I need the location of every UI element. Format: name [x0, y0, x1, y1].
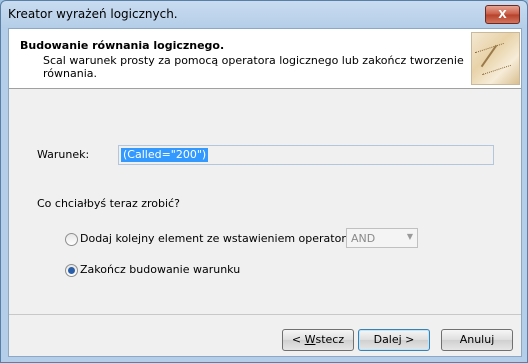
- wizard-banner-image: [471, 32, 520, 85]
- operator-select-value: AND: [351, 232, 376, 245]
- cancel-button-label: Anuluj: [459, 333, 495, 346]
- condition-field[interactable]: (Called="200"): [118, 145, 494, 165]
- radio-finish-condition-label[interactable]: Zakończ budowanie warunku: [80, 263, 240, 276]
- back-button-label: stecz: [315, 333, 345, 346]
- back-button[interactable]: < Wstecz: [282, 329, 354, 351]
- condition-value: (Called="200"): [121, 148, 209, 162]
- operator-select[interactable]: AND ▼: [346, 228, 418, 248]
- next-button-label: Dalej >: [373, 333, 415, 346]
- back-button-prefix: <: [291, 333, 305, 346]
- question-label: Co chciałbyś teraz zrobić?: [37, 197, 180, 210]
- window-title: Kreator wyrażeń logicznych.: [8, 7, 178, 21]
- close-button[interactable]: X: [485, 5, 520, 24]
- header-subtitle: Scal warunek prosty za pomocą operatora …: [43, 54, 464, 80]
- wizard-window: Kreator wyrażeń logicznych. X Budowanie …: [0, 0, 528, 363]
- dialog-client-area: Budowanie równania logicznego. Scal waru…: [8, 28, 522, 357]
- header-title: Budowanie równania logicznego.: [20, 39, 225, 52]
- title-bar: Kreator wyrażeń logicznych. X: [1, 1, 527, 27]
- radio-add-element[interactable]: [65, 233, 78, 246]
- footer-divider: [9, 314, 521, 315]
- back-button-mnemonic: W: [304, 333, 316, 346]
- wizard-header: Budowanie równania logicznego. Scal waru…: [9, 29, 521, 89]
- next-button[interactable]: Dalej >: [358, 329, 430, 351]
- chevron-down-icon: ▼: [406, 232, 413, 241]
- close-icon: X: [498, 8, 507, 21]
- cancel-button[interactable]: Anuluj: [441, 329, 513, 351]
- radio-add-element-label[interactable]: Dodaj kolejny element ze wstawieniem ope…: [80, 232, 353, 245]
- condition-label: Warunek:: [37, 148, 90, 161]
- radio-finish-condition[interactable]: [65, 264, 78, 277]
